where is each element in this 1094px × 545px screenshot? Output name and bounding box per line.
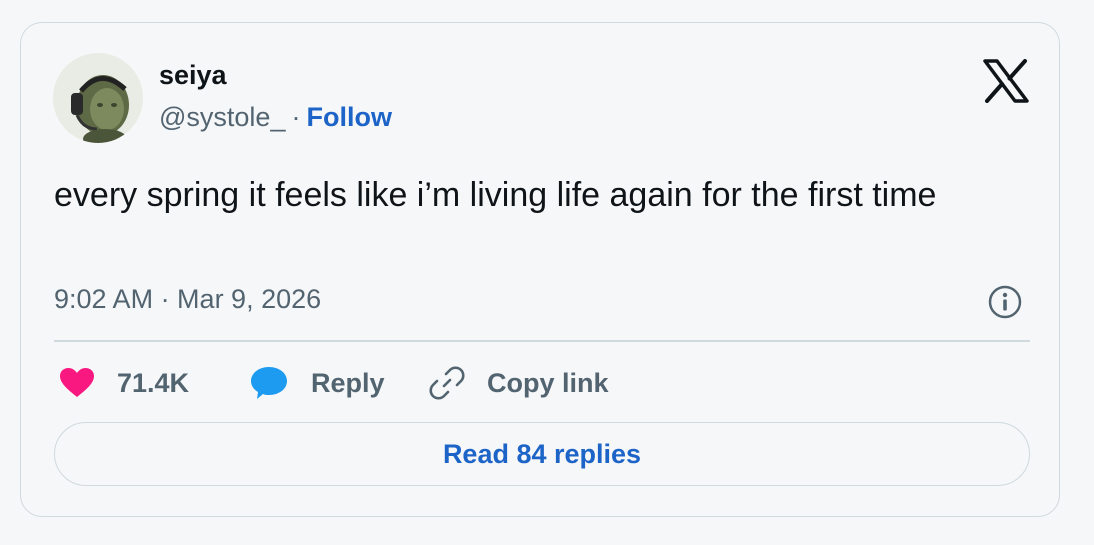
link-icon	[429, 366, 465, 400]
read-replies-button[interactable]: Read 84 replies	[54, 422, 1030, 486]
author-handle[interactable]: @systole_	[159, 102, 285, 132]
like-button[interactable]: 71.4K	[59, 363, 189, 403]
tweet-text: every spring it feels like i’m living li…	[54, 176, 937, 214]
tweet-embed-card: seiya @systole_ · Follow every spring it f…	[20, 22, 1060, 517]
info-icon[interactable]	[987, 284, 1023, 320]
divider	[54, 340, 1030, 342]
copy-link-label: Copy link	[487, 367, 609, 398]
heart-icon	[60, 368, 94, 397]
author-name[interactable]: seiya	[159, 59, 227, 91]
like-count: 71.4K	[117, 367, 190, 398]
avatar-image	[53, 53, 143, 143]
author-handle-row: @systole_ · Follow	[159, 101, 392, 133]
reply-button[interactable]: Reply	[249, 363, 385, 403]
copy-link-button[interactable]: Copy link	[429, 363, 609, 403]
tweet-timestamp[interactable]: 9:02 AM · Mar 9, 2026	[54, 283, 321, 315]
speech-bubble-icon	[251, 367, 287, 399]
follow-button[interactable]: Follow	[306, 102, 391, 132]
avatar[interactable]	[53, 53, 143, 143]
x-logo-icon[interactable]	[983, 59, 1029, 103]
separator-dot: ·	[291, 102, 301, 132]
reply-label: Reply	[311, 367, 385, 398]
